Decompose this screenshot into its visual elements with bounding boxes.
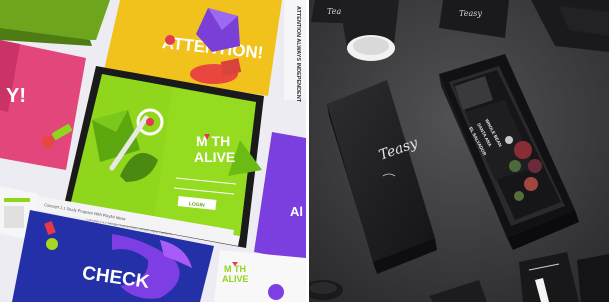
small-card-logo-line-2: ALIVE <box>222 274 249 284</box>
vertical-caption: ATTENTION ALWAYS INDEPENDENT <box>295 6 301 103</box>
business-card-bottom-right <box>519 252 609 302</box>
coffee-packaging-photo: Teasy Teasy Teasy EL SALVADOR SANTA ANA … <box>309 0 609 302</box>
education-app-mockup-photo: ATTENTION! ATTENTION ALWAYS INDEPENDENT … <box>0 0 306 302</box>
packaging-illustration: Teasy Teasy Teasy EL SALVADOR SANTA ANA … <box>309 0 609 302</box>
tablet-logo-line-2: ALIVE <box>194 149 235 165</box>
pink-card-text: Y! <box>6 85 26 107</box>
card-script-logo-2: Teasy <box>459 9 482 18</box>
green-card-top <box>0 0 110 46</box>
mockup-illustration: ATTENTION! ATTENTION ALWAYS INDEPENDENT … <box>0 0 306 302</box>
tablet-logo-line-1: M TH <box>196 133 230 149</box>
purple-card-text: Al <box>290 204 303 219</box>
white-card-bottom: M TH ALIVE <box>214 250 306 302</box>
vertical-caption-strip: ATTENTION ALWAYS INDEPENDENT <box>284 0 306 103</box>
